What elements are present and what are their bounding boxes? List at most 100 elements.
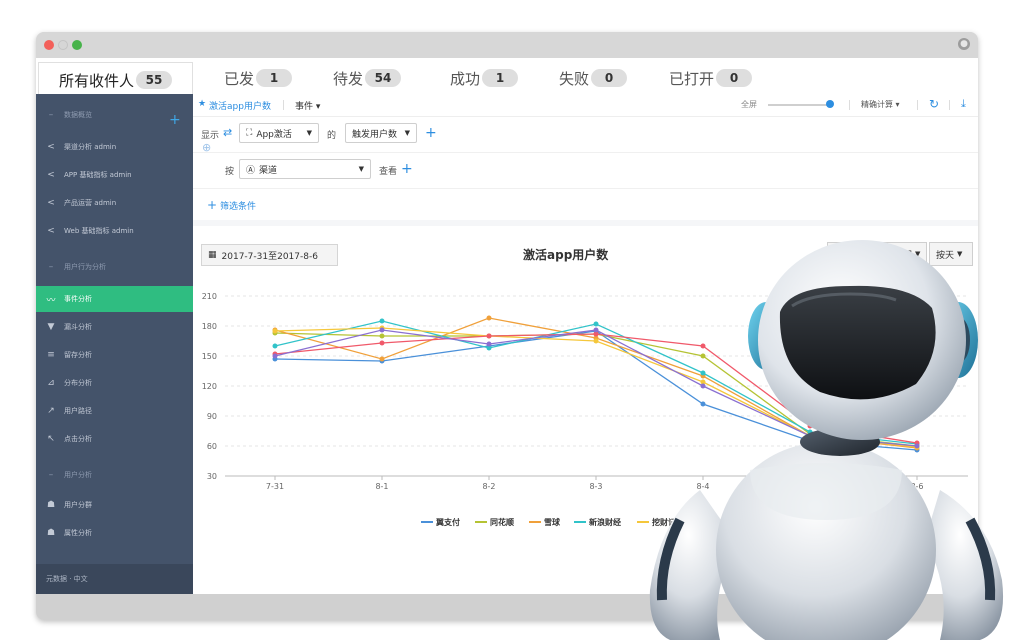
y-tick-label: 180: [202, 322, 217, 331]
tab-all-recipients[interactable]: 所有收件人 55: [38, 62, 193, 97]
event-select-value: App激活: [256, 129, 292, 140]
sidebar-item-label: 事件分析: [64, 295, 92, 303]
data-point: [486, 333, 492, 339]
data-point: [379, 327, 385, 333]
add-metric-icon[interactable]: +: [425, 126, 437, 140]
sidebar-item-distribution[interactable]: ⊿ 分布分析: [36, 370, 193, 396]
chevron-icon: –: [48, 262, 54, 272]
tab-sent[interactable]: 已发 1: [224, 64, 293, 92]
refresh-icon[interactable]: ↻: [929, 97, 939, 111]
share-icon: <: [47, 226, 55, 236]
sidebar-item-label: 产品运营 admin: [64, 199, 117, 207]
event-dropdown[interactable]: 事件 ▾: [295, 99, 320, 112]
window-titlebar: ●: [36, 32, 978, 58]
recipient-status-tabs: 所有收件人 55 已发 1 待发 54 成功 1 失败 0 已打开 0: [36, 58, 978, 97]
sidebar-item-product-ops[interactable]: < 产品运营 admin: [36, 190, 193, 216]
tab-pending[interactable]: 待发 54: [333, 64, 402, 92]
funnel-icon: ▼: [47, 322, 55, 332]
share-icon: <: [47, 142, 55, 152]
x-tick-label: 8-3: [589, 482, 602, 491]
close-window-icon[interactable]: [44, 40, 54, 50]
report-name[interactable]: 激活app用户数: [209, 99, 271, 112]
robot-mascot-illustration: [649, 240, 1004, 640]
sidebar-heading-behavior[interactable]: – 用户行为分析: [36, 254, 193, 280]
view-label: 查看: [379, 167, 398, 177]
y-tick-label: 120: [202, 382, 217, 391]
sidebar-item-label: 用户分析: [64, 471, 92, 479]
sidebar-item-label: 属性分析: [64, 529, 92, 537]
star-icon[interactable]: ★: [198, 99, 206, 109]
maximize-window-icon[interactable]: [72, 40, 82, 50]
tab-success[interactable]: 成功 1: [450, 64, 519, 92]
tab-label: 已发: [224, 69, 255, 88]
sidebar-heading-users[interactable]: – 用户分析: [36, 462, 193, 488]
sidebar-item-funnel[interactable]: ▼ 漏斗分析: [36, 314, 193, 340]
tab-label: 所有收件人: [58, 71, 134, 90]
tab-count-badge: 0: [591, 69, 628, 87]
sidebar-item-label: 用户分群: [64, 501, 92, 509]
data-point: [272, 353, 278, 359]
zoom-slider-track[interactable]: [768, 104, 830, 106]
data-point: [593, 321, 599, 327]
metric-select-value: 触发用户数: [352, 129, 398, 140]
bar-icon: ≡: [47, 350, 55, 360]
users-icon: ☗: [46, 500, 56, 510]
click-icon: ↖: [47, 434, 55, 444]
event-select[interactable]: ⛶ App激活 ▼: [239, 123, 319, 143]
precise-calc-label: 精确计算: [861, 100, 893, 109]
sidebar-footer[interactable]: 元数据 · 中文: [36, 564, 193, 594]
sidebar-item-user-path[interactable]: ↗ 用户路径: [36, 398, 193, 424]
group-by-select[interactable]: Ⓐ 渠道 ▼: [239, 159, 371, 179]
sidebar-item-attribute-analysis[interactable]: ☗ 属性分析: [36, 520, 193, 546]
chart-icon: 〰: [46, 295, 56, 306]
app-event-icon: ⛶: [246, 128, 253, 138]
tab-failed[interactable]: 失败 0: [559, 64, 628, 92]
legend-label: 新浪财经: [589, 517, 621, 527]
sidebar-footer-label: 元数据 · 中文: [46, 575, 88, 583]
report-toolbar: ★ 激活app用户数 事件 ▾ 全屏 精确计算 ▾ ↻ ⤓: [193, 94, 978, 117]
data-point: [379, 340, 385, 346]
tab-count-badge: 1: [256, 69, 293, 87]
tab-label: 已打开: [669, 69, 715, 88]
chevron-down-icon: ▼: [358, 165, 364, 173]
sidebar-item-label: 渠道分析 admin: [64, 143, 117, 151]
data-point: [379, 333, 385, 339]
tab-count-badge: 1: [482, 69, 519, 87]
sidebar-item-event-analysis[interactable]: 〰 事件分析: [36, 286, 193, 312]
divider: [849, 100, 850, 110]
minimize-window-icon[interactable]: [58, 40, 68, 50]
group-by-row: 按 Ⓐ 渠道 ▼ 查看 +: [193, 152, 978, 189]
swap-icon[interactable]: ⇄: [223, 126, 232, 139]
sidebar-item-label: 用户路径: [64, 407, 92, 415]
sidebar-item-web-metrics[interactable]: < Web 基础指标 admin: [36, 218, 193, 244]
legend-label: 同花顺: [490, 517, 514, 527]
y-tick-label: 90: [207, 412, 217, 421]
data-point: [593, 338, 599, 344]
sidebar-item-retention[interactable]: ≡ 留存分析: [36, 342, 193, 368]
sidebar-item-label: 留存分析: [64, 351, 92, 359]
sidebar-item-user-segments[interactable]: ☗ 用户分群: [36, 492, 193, 518]
download-icon[interactable]: ⤓: [961, 97, 966, 111]
plus-icon: +: [207, 198, 218, 212]
sidebar-item-channel[interactable]: < 渠道分析 admin: [36, 134, 193, 160]
sidebar-item-label: 数据概览: [64, 111, 92, 119]
data-point: [379, 356, 385, 362]
add-filter-button[interactable]: + 筛选条件: [207, 198, 256, 212]
add-dashboard-icon[interactable]: +: [169, 112, 181, 128]
sidebar-item-click-analysis[interactable]: ↖ 点击分析: [36, 426, 193, 452]
group-by-select-value: 渠道: [259, 165, 278, 176]
sidebar: – 数据概览 + < 渠道分析 admin < APP 基础指标 admin <…: [36, 94, 193, 594]
account-icon[interactable]: ●: [958, 38, 970, 50]
divider: [283, 100, 284, 110]
tab-opened[interactable]: 已打开 0: [669, 64, 753, 92]
sidebar-item-app-metrics[interactable]: < APP 基础指标 admin: [36, 162, 193, 188]
data-point: [272, 343, 278, 349]
add-dimension-icon[interactable]: +: [401, 162, 413, 176]
chevron-icon: –: [48, 110, 54, 120]
show-label: 显示: [201, 131, 220, 141]
zoom-slider-handle[interactable]: [826, 100, 834, 108]
y-tick-label: 150: [202, 352, 217, 361]
data-point: [272, 328, 278, 334]
metric-select[interactable]: 触发用户数 ▼: [345, 123, 417, 143]
precise-calc-dropdown[interactable]: 精确计算 ▾: [861, 99, 900, 110]
